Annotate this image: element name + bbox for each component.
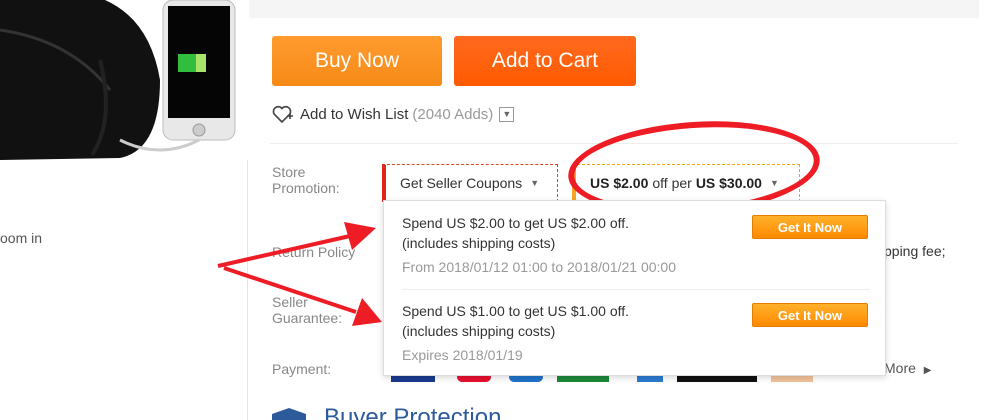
product-image[interactable] — [0, 0, 248, 160]
product-image-panel: oom in — [0, 0, 248, 420]
wishlist-label[interactable]: Add to Wish List — [300, 106, 408, 123]
coupon-divider — [402, 289, 870, 290]
get-it-now-button[interactable]: Get It Now — [752, 215, 868, 239]
buyer-protection-title: Buyer Protection — [324, 404, 502, 420]
coupon-validity: Expires 2018/01/19 — [402, 347, 523, 363]
coupon-validity: From 2018/01/12 01:00 to 2018/01/21 00:0… — [402, 259, 676, 275]
zoom-hint: oom in — [0, 230, 43, 246]
seller-coupons-popup: Spend US $2.00 to get US $2.00 off. (inc… — [383, 200, 886, 376]
chevron-down-icon[interactable]: ▼ — [499, 106, 515, 122]
coupon-item: Spend US $2.00 to get US $2.00 off. (inc… — [402, 213, 872, 277]
top-strip — [249, 0, 979, 18]
buyer-protection-heading: Buyer Protection — [272, 404, 501, 420]
shield-icon — [272, 408, 306, 420]
wishlist-row[interactable]: Add to Wish List (2040 Adds) ▼ — [272, 104, 515, 124]
return-policy-label: Return Policy — [272, 244, 356, 260]
get-it-now-button[interactable]: Get It Now — [752, 303, 868, 327]
coupon-item: Spend US $1.00 to get US $1.00 off. (inc… — [402, 301, 872, 365]
more-payments-link[interactable]: More ▶ — [884, 360, 932, 376]
shipping-fee-text: pping fee; — [884, 243, 946, 259]
seller-guarantee-label: Seller Guarantee: — [272, 294, 343, 326]
wishlist-count: (2040 Adds) — [412, 105, 494, 123]
seller-coupons-label: Get Seller Coupons — [400, 175, 523, 191]
chevron-right-icon: ▶ — [923, 365, 932, 376]
heart-plus-icon — [272, 105, 293, 124]
add-to-cart-button[interactable]: Add to Cart — [454, 36, 636, 86]
more-link-label: More — [884, 360, 916, 376]
store-promotion-label: Store Promotion: — [272, 164, 340, 196]
get-seller-coupons-dropdown[interactable]: Get Seller Coupons ▼ — [382, 164, 558, 202]
caret-down-icon: ▼ — [530, 178, 540, 188]
buy-now-button[interactable]: Buy Now — [272, 36, 442, 86]
payment-label: Payment: — [272, 361, 332, 377]
